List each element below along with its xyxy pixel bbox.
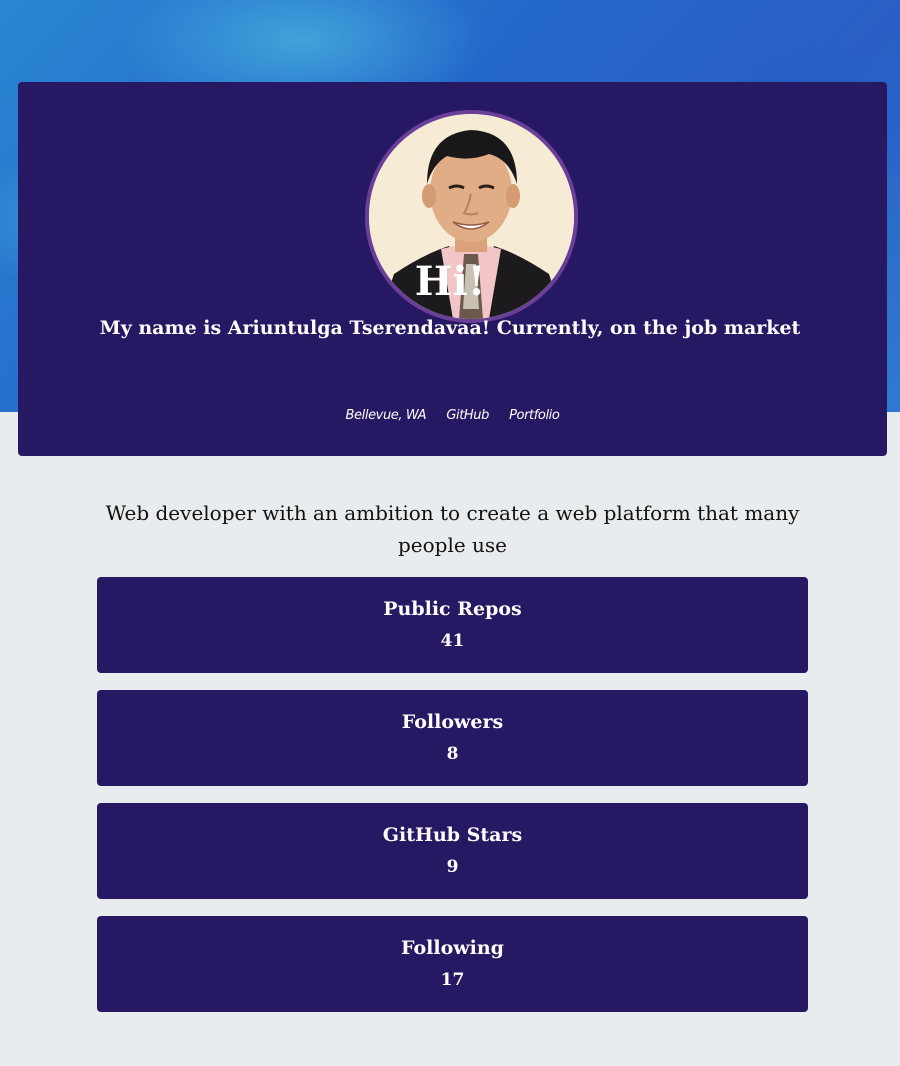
stat-card-following: Following 17: [97, 916, 808, 1012]
greeting-heading: Hi!: [414, 258, 486, 305]
stat-label: GitHub Stars: [382, 824, 523, 846]
stat-card-github-stars: GitHub Stars 9: [97, 803, 808, 899]
profile-links: Bellevue, WA GitHub Portfolio: [0, 406, 900, 426]
stat-value: 41: [440, 631, 465, 651]
stat-value: 17: [440, 970, 465, 990]
stat-label: Public Repos: [383, 598, 522, 620]
stat-value: 8: [446, 744, 459, 764]
stat-label: Following: [401, 937, 504, 959]
intro-text: My name is Ariuntulga Tserendavaa! Curre…: [99, 317, 801, 339]
stat-card-public-repos: Public Repos 41: [97, 577, 808, 673]
portfolio-link[interactable]: Portfolio: [509, 406, 560, 426]
bio-text: Web developer with an ambition to create…: [105, 501, 800, 557]
stat-value: 9: [446, 857, 459, 877]
github-link[interactable]: GitHub: [446, 406, 489, 426]
stat-card-followers: Followers 8: [97, 690, 808, 786]
location-text: Bellevue, WA: [345, 408, 427, 423]
stat-label: Followers: [401, 711, 504, 733]
